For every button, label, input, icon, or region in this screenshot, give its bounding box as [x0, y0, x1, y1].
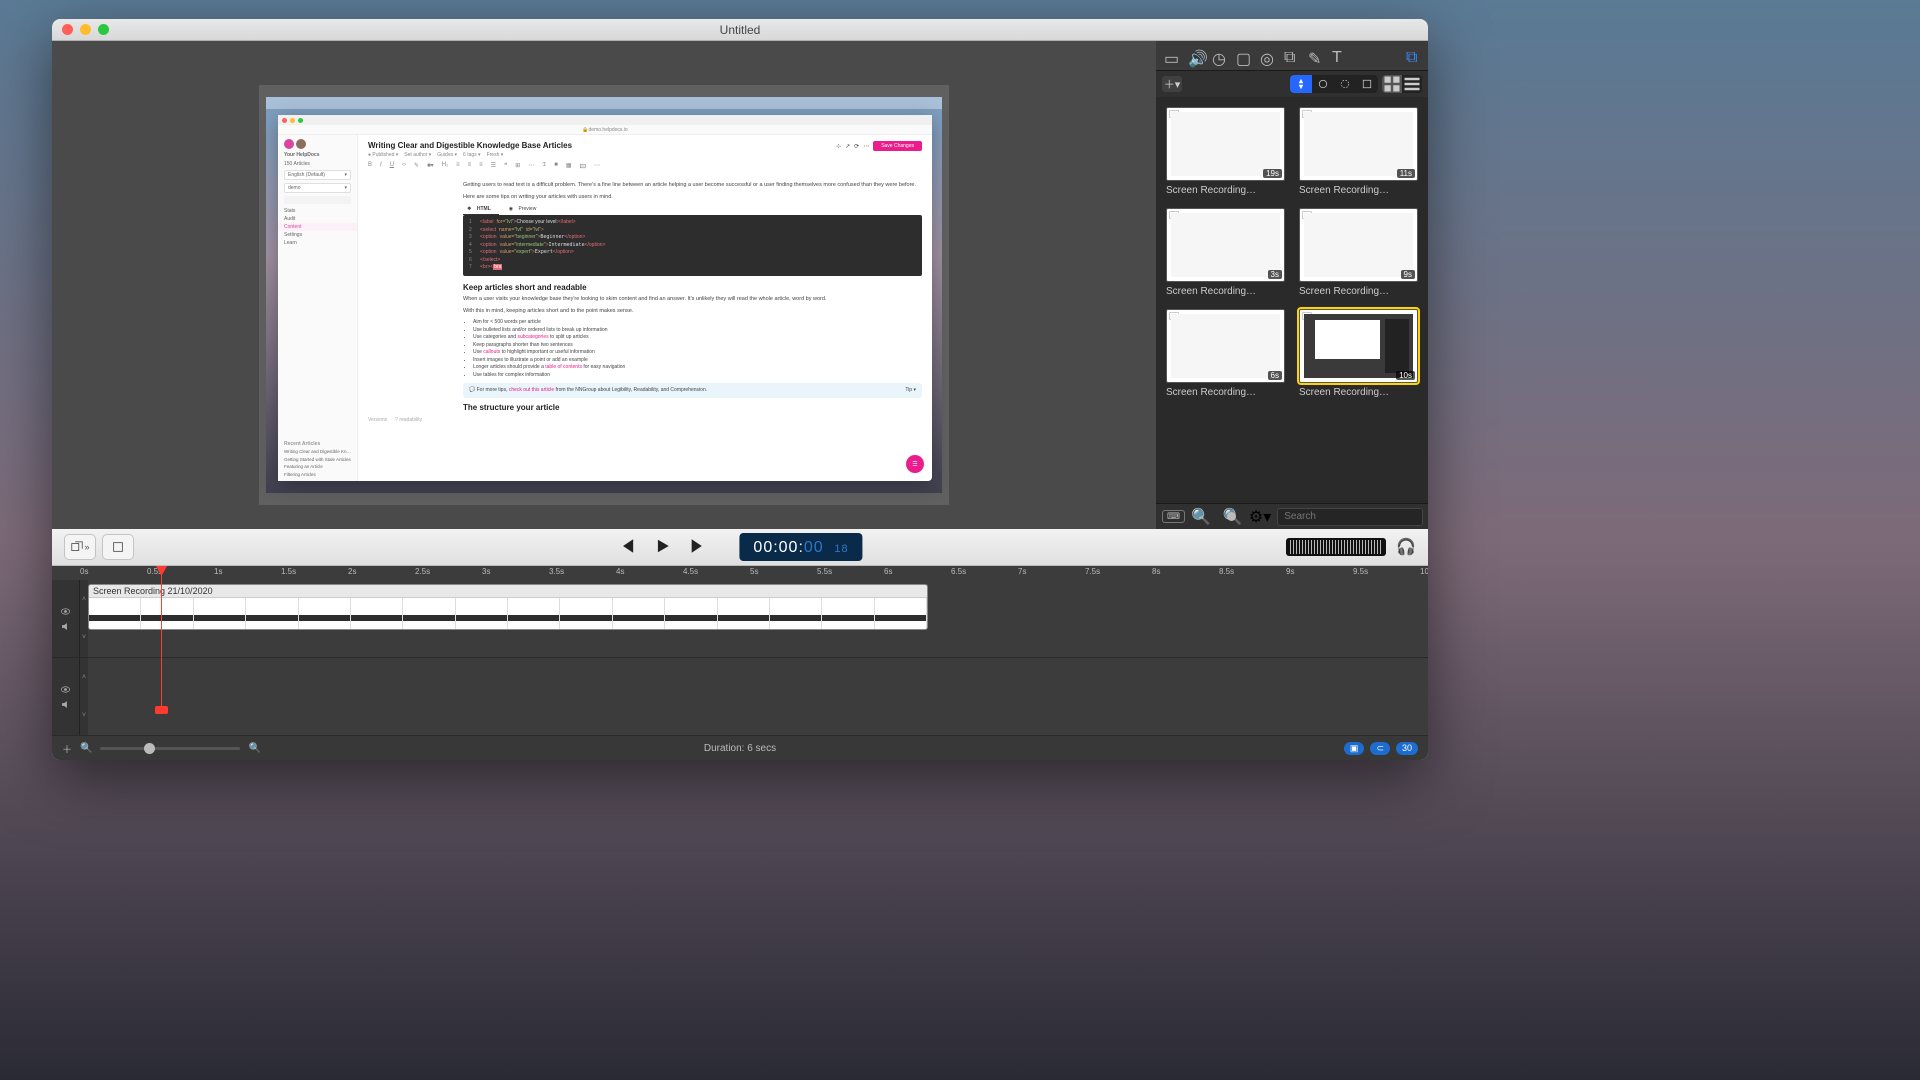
export-button[interactable]: ▣: [1344, 742, 1365, 755]
play-button[interactable]: [653, 537, 671, 558]
canvas-area[interactable]: 🔒 demo.helpdocs.io Your HelpDocs 150 Art…: [52, 41, 1156, 529]
media-library: ▭ 🔊 ◷ ▢ ◎ ⧉ ✎ T ⧉ ＋▾: [1156, 41, 1428, 529]
zoom-in-icon[interactable]: 🔍: [248, 743, 260, 754]
video-icon[interactable]: ▭: [1164, 49, 1178, 63]
skip-forward-button[interactable]: [689, 537, 707, 558]
app-window: Untitled 🔒 demo.helpdocs.io: [52, 19, 1428, 760]
library-filter-segment[interactable]: [1290, 75, 1378, 93]
library-search-input[interactable]: [1277, 508, 1423, 526]
timecode: 00:00:00 18: [739, 533, 862, 561]
keyboard-icon[interactable]: ⌨: [1162, 510, 1185, 523]
library-clip[interactable]: 19s Screen Recording…: [1166, 107, 1285, 196]
library-clip[interactable]: 3s Screen Recording…: [1166, 208, 1285, 297]
save-button: Save Changes: [873, 141, 922, 151]
add-track-button[interactable]: ＋: [62, 741, 72, 756]
gear-icon[interactable]: ⚙▾: [1249, 507, 1271, 527]
screen-icon[interactable]: ▢: [1236, 49, 1250, 63]
library-clip[interactable]: 10s Screen Recording…: [1299, 309, 1418, 398]
timeline-clip[interactable]: Screen Recording 21/10/2020: [88, 584, 928, 630]
window-title: Untitled: [52, 23, 1428, 37]
link-icon[interactable]: ⧉: [1284, 49, 1298, 63]
skip-back-button[interactable]: [617, 537, 635, 558]
code-block: 1 <label for="lvl">Choose your level:</l…: [463, 215, 922, 276]
crop-button[interactable]: [102, 534, 134, 560]
speaker-icon[interactable]: [60, 621, 71, 632]
text-icon[interactable]: T: [1332, 49, 1346, 63]
search-icon: 🔍: [1191, 507, 1211, 527]
zoom-slider[interactable]: [100, 747, 240, 750]
help-fab-icon: ☰: [906, 455, 924, 473]
eye-icon[interactable]: [60, 606, 71, 617]
layers-button[interactable]: »: [64, 534, 96, 560]
annotate-icon[interactable]: ✎: [1308, 49, 1322, 63]
recorded-browser-window: 🔒 demo.helpdocs.io Your HelpDocs 150 Art…: [278, 115, 932, 481]
doc-title: Writing Clear and Digestible Knowledge B…: [368, 141, 572, 150]
playhead[interactable]: [161, 566, 162, 714]
library-clip[interactable]: 11s Screen Recording…: [1299, 107, 1418, 196]
timeline-panel: » 00:00:00 18 🎧 0s0.5s1s1.5s2s2.5s3s3.5s…: [52, 529, 1428, 760]
titlebar: Untitled: [52, 19, 1428, 41]
magnet-button[interactable]: ⊂: [1370, 742, 1390, 755]
library-clip[interactable]: 6s Screen Recording…: [1166, 309, 1285, 398]
group-icon[interactable]: ⧉: [1406, 49, 1420, 63]
audio-icon[interactable]: 🔊: [1188, 49, 1202, 63]
library-view-segment[interactable]: [1382, 75, 1422, 93]
add-media-button[interactable]: ＋▾: [1162, 76, 1182, 92]
time-ruler[interactable]: 0s0.5s1s1.5s2s2.5s3s3.5s4s4.5s5s5.5s6s6.…: [52, 566, 1428, 580]
audio-meter: [1286, 538, 1386, 556]
headphones-icon[interactable]: 🎧: [1396, 537, 1416, 557]
timer-icon[interactable]: ◷: [1212, 49, 1226, 63]
pointer-icon[interactable]: ◎: [1260, 49, 1274, 63]
zoom-out-icon[interactable]: 🔍: [80, 743, 92, 754]
eye-icon[interactable]: [60, 684, 71, 695]
recorded-desktop: 🔒 demo.helpdocs.io Your HelpDocs 150 Art…: [266, 97, 942, 493]
speaker-icon[interactable]: [60, 699, 71, 710]
duration-label: Duration: 6 secs: [704, 743, 776, 754]
library-clip[interactable]: 9s Screen Recording…: [1299, 208, 1418, 297]
canvas-frame: 🔒 demo.helpdocs.io Your HelpDocs 150 Art…: [259, 85, 949, 505]
address-bar: 🔒 demo.helpdocs.io: [278, 125, 932, 135]
snap-button[interactable]: 30: [1396, 742, 1418, 755]
